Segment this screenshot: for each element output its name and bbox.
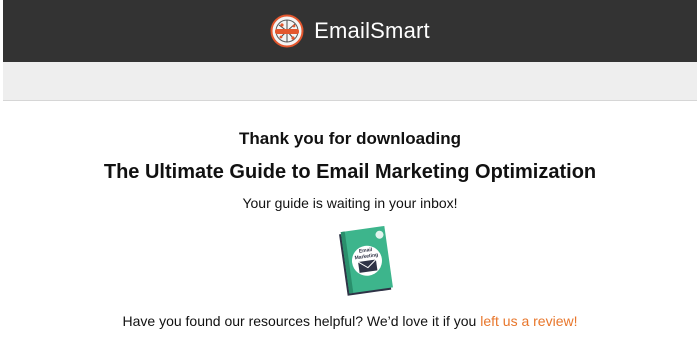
brand[interactable]: EmailSmart (270, 14, 430, 48)
guide-title: The Ultimate Guide to Email Marketing Op… (103, 161, 597, 183)
review-prompt-text: Have you found our resources helpful? We… (122, 313, 477, 329)
review-link[interactable]: left us a review! (480, 313, 577, 329)
secondary-bar (3, 62, 697, 101)
top-header: EmailSmart (3, 0, 697, 62)
review-prompt: Have you found our resources helpful? We… (3, 313, 697, 329)
inbox-message: Your guide is waiting in your inbox! (242, 195, 458, 211)
emailsmart-logo-icon (270, 14, 304, 48)
thank-you-heading: Thank you for downloading (239, 129, 461, 148)
ebook-cover-icon: Email Marketing (339, 225, 393, 296)
brand-name: EmailSmart (314, 18, 430, 43)
page-frame: EmailSmart Thank you for downloading The… (3, 0, 697, 341)
